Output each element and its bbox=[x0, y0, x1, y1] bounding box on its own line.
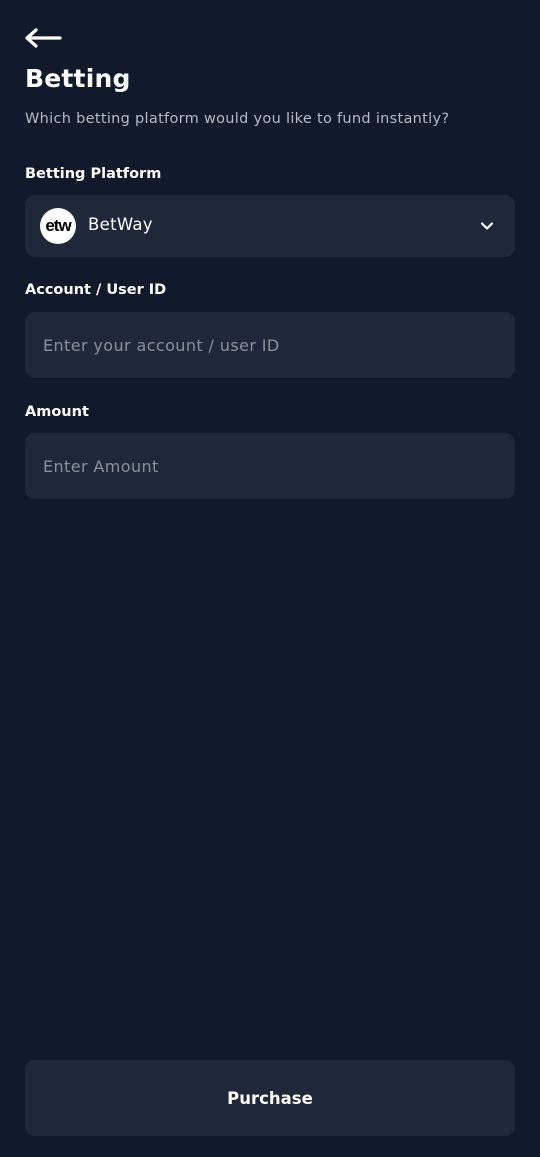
back-button[interactable] bbox=[24, 24, 64, 52]
purchase-button[interactable]: Purchase bbox=[25, 1060, 515, 1136]
chevron-down-icon[interactable] bbox=[479, 218, 495, 234]
betway-logo-text: etw bbox=[45, 216, 71, 235]
betting-platform-select[interactable]: etw BetWay bbox=[25, 195, 515, 257]
betting-platform-label: Betting Platform bbox=[25, 166, 162, 182]
amount-input[interactable] bbox=[25, 433, 515, 499]
betway-logo: etw bbox=[40, 208, 76, 244]
page-title: Betting bbox=[25, 64, 131, 93]
account-id-input[interactable] bbox=[25, 312, 515, 378]
page-subtitle: Which betting platform would you like to… bbox=[25, 111, 450, 127]
arrow-left-icon bbox=[25, 28, 62, 48]
account-id-label: Account / User ID bbox=[25, 282, 167, 298]
selected-platform-name: BetWay bbox=[88, 215, 153, 234]
amount-label: Amount bbox=[25, 404, 89, 420]
